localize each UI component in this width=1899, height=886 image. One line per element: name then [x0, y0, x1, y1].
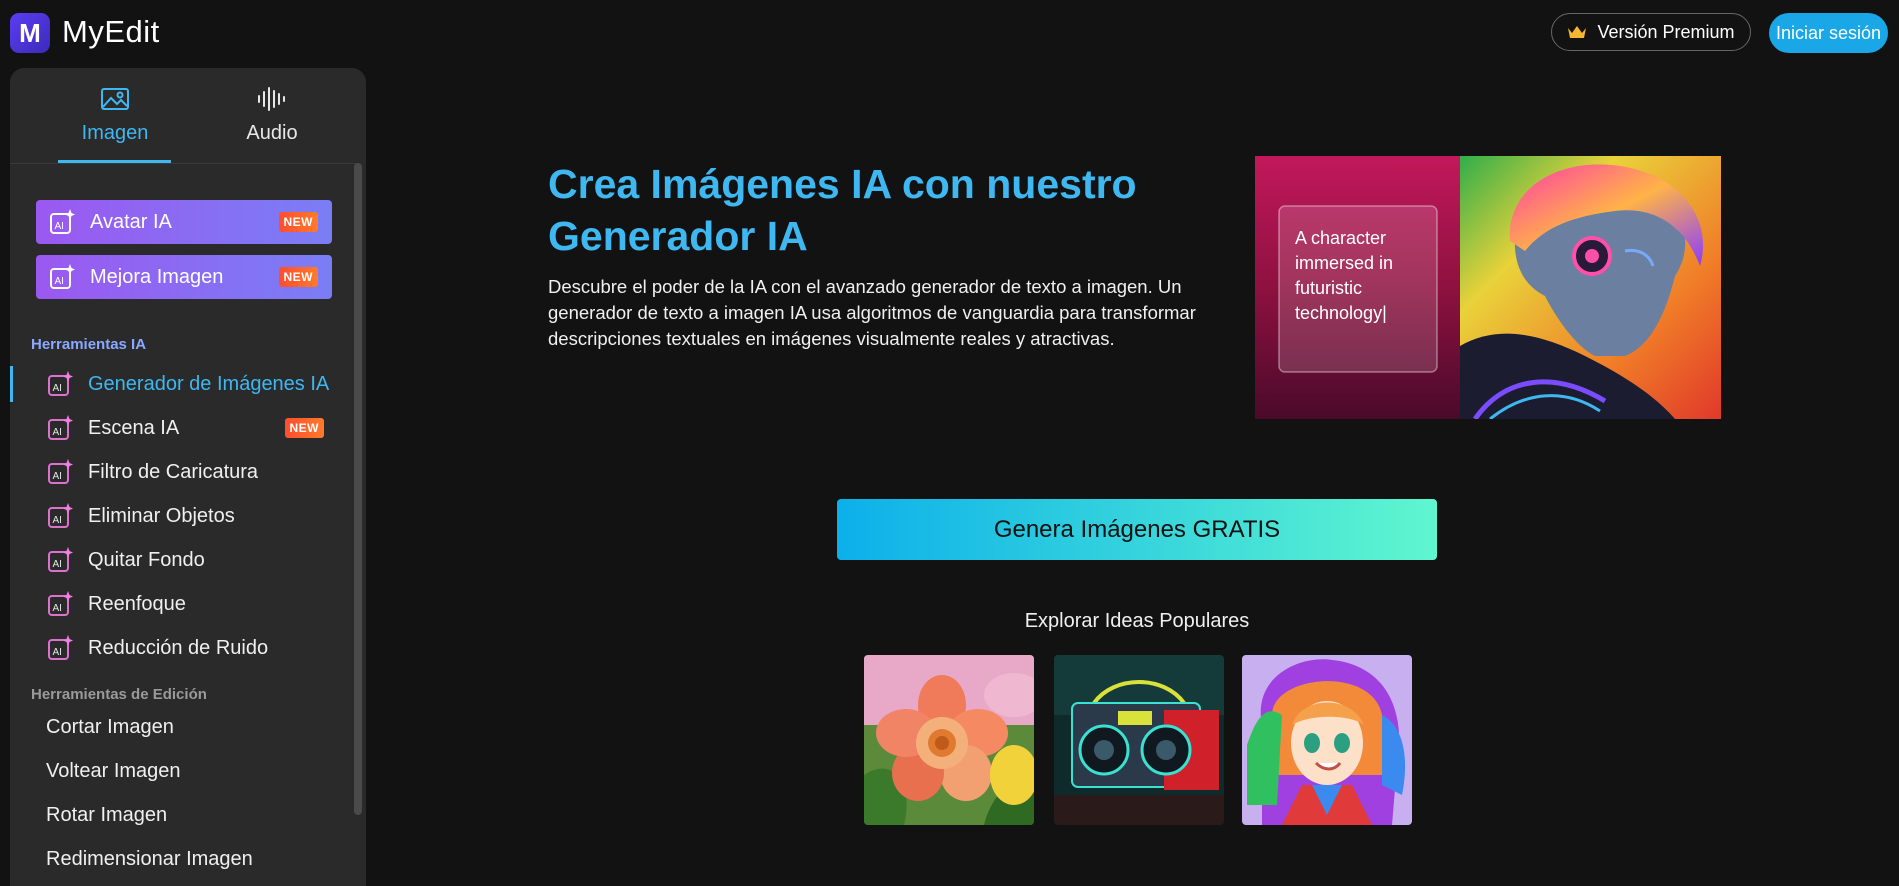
- sidebar-ai-tool-item[interactable]: AI Reenfoque: [10, 584, 350, 624]
- svg-text:futuristic: futuristic: [1295, 278, 1362, 298]
- sidebar-ai-tool-item[interactable]: AI Reducción de Ruido: [10, 628, 350, 668]
- svg-text:AI: AI: [53, 603, 62, 614]
- svg-text:AI: AI: [53, 559, 62, 570]
- flower-thumbnail[interactable]: [864, 655, 1034, 825]
- sidebar-edit-tool-item[interactable]: Rotar Imagen: [46, 804, 167, 827]
- hero-image: A character immersed in futuristic techn…: [1255, 156, 1721, 419]
- brand-name[interactable]: MyEdit: [62, 14, 160, 50]
- ai-sparkle-icon: AI: [48, 591, 73, 616]
- promo-mejora-imagen[interactable]: AI Mejora Imagen NEW: [36, 255, 332, 299]
- ai-sparkle-icon: AI: [48, 459, 73, 484]
- ai-sparkle-icon: AI: [48, 503, 73, 528]
- sidebar-ai-tool-item[interactable]: AI Eliminar Objetos: [10, 496, 350, 536]
- sidebar-edit-tool-item[interactable]: Voltear Imagen: [46, 760, 181, 783]
- explore-title: Explorar Ideas Populares: [1024, 610, 1250, 632]
- sidebar-item-label: Reenfoque: [88, 592, 186, 615]
- sidebar-edit-tool-item[interactable]: Cortar Imagen: [46, 716, 174, 739]
- ai-sparkle-icon: AI: [48, 371, 73, 396]
- image-icon: [101, 88, 129, 110]
- waveform-icon: [258, 87, 285, 111]
- svg-text:AI: AI: [55, 221, 64, 232]
- crown-icon: [1568, 26, 1587, 38]
- sidebar-ai-tool-item[interactable]: AI Escena IA NEW: [10, 408, 350, 448]
- premium-label: Versión Premium: [1597, 21, 1735, 42]
- promo-label: Mejora Imagen: [90, 265, 224, 288]
- promo-avatar-ia[interactable]: AI Avatar IA NEW: [36, 200, 332, 244]
- sidebar-item-label: Quitar Fondo: [88, 548, 205, 571]
- new-badge: NEW: [284, 418, 324, 438]
- new-badge: NEW: [278, 212, 318, 232]
- tab-imagen-label: Imagen: [81, 122, 149, 144]
- anime-girl-thumbnail[interactable]: [1242, 655, 1412, 825]
- promo-label: Avatar IA: [90, 210, 172, 233]
- sidebar-scrollbar[interactable]: [354, 163, 362, 815]
- sidebar-item-label: Eliminar Objetos: [88, 504, 235, 527]
- svg-text:AI: AI: [55, 276, 64, 287]
- svg-text:AI: AI: [53, 515, 62, 526]
- ai-sparkle-icon: AI: [48, 415, 73, 440]
- svg-text:technology|: technology|: [1295, 303, 1387, 323]
- sidebar-item-label: Reducción de Ruido: [88, 636, 269, 659]
- section-herramientas-ia: Herramientas IA: [31, 336, 147, 353]
- new-badge: NEW: [278, 267, 318, 287]
- generate-free-button[interactable]: Genera Imágenes GRATIS: [837, 499, 1437, 560]
- tab-imagen[interactable]: Imagen: [40, 86, 190, 163]
- ai-sparkle-icon: AI: [48, 635, 73, 660]
- sidebar-item-label: Generador de Imágenes IA: [88, 372, 330, 395]
- svg-text:immersed in: immersed in: [1295, 253, 1393, 273]
- sidebar-ai-tool-item[interactable]: AI Generador de Imágenes IA: [10, 364, 350, 404]
- sidebar-item-label: Filtro de Caricatura: [88, 460, 259, 483]
- sidebar-item-label: Escena IA: [88, 416, 180, 439]
- myedit-logo[interactable]: M: [10, 13, 50, 53]
- svg-text:AI: AI: [53, 471, 62, 482]
- hero-description: Descubre el poder de la IA con el avanza…: [548, 276, 1196, 349]
- ai-sparkle-icon: AI: [50, 209, 75, 234]
- top-header: M MyEdit Versión Premium Iniciar sesión: [0, 0, 1899, 68]
- tab-audio[interactable]: Audio: [197, 86, 347, 163]
- svg-text:AI: AI: [53, 427, 62, 438]
- sidebar: Imagen Audio AI Avatar IA NEW AI Mejora …: [10, 68, 366, 886]
- premium-button[interactable]: Versión Premium: [1551, 13, 1751, 51]
- svg-text:A character: A character: [1295, 228, 1386, 248]
- sidebar-edit-tool-item[interactable]: Redimensionar Imagen: [46, 848, 253, 871]
- ai-sparkle-icon: AI: [50, 264, 75, 289]
- svg-text:AI: AI: [53, 383, 62, 394]
- ai-sparkle-icon: AI: [48, 547, 73, 572]
- page-title: Crea Imágenes IA con nuestro Generador I…: [548, 161, 1137, 259]
- sidebar-ai-tool-item[interactable]: AI Quitar Fondo: [10, 540, 350, 580]
- tab-audio-label: Audio: [246, 122, 298, 144]
- section-herramientas-edicion: Herramientas de Edición: [31, 686, 207, 703]
- svg-text:AI: AI: [53, 647, 62, 658]
- login-button[interactable]: Iniciar sesión: [1769, 13, 1888, 53]
- sidebar-tabs: Imagen Audio: [10, 68, 356, 164]
- boombox-thumbnail[interactable]: [1054, 655, 1224, 825]
- sidebar-ai-tool-item[interactable]: AI Filtro de Caricatura: [10, 452, 350, 492]
